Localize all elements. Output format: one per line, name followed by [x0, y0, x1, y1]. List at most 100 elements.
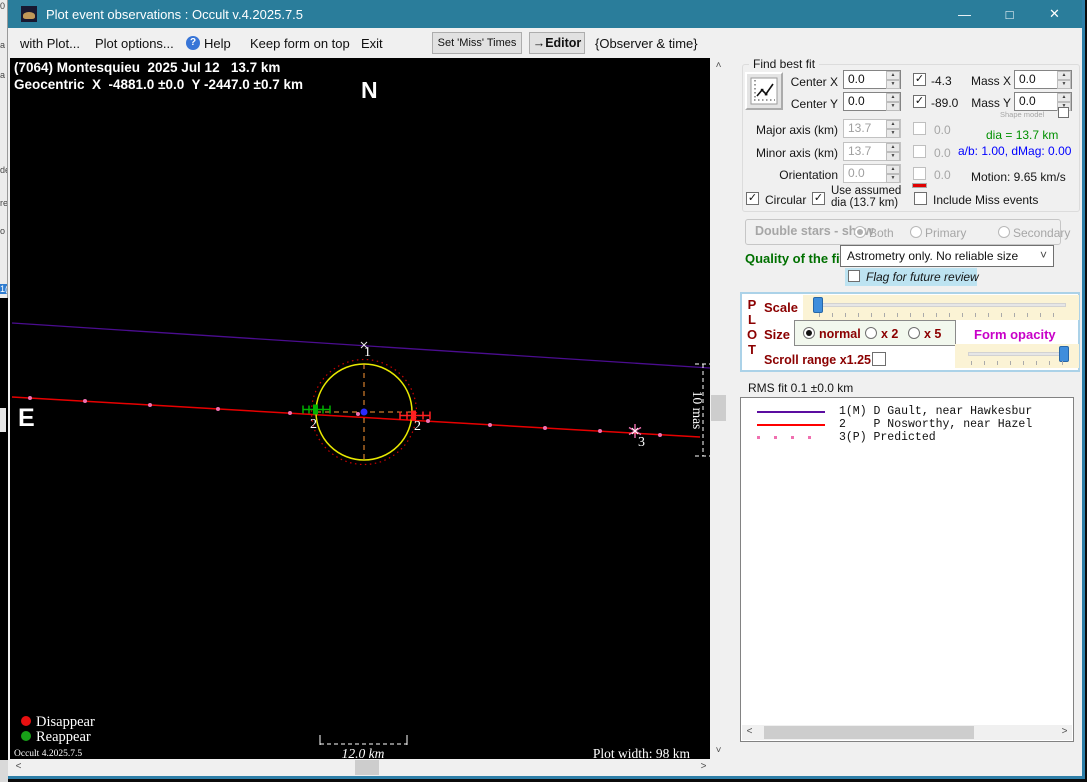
maximize-button[interactable]: □ — [987, 0, 1032, 28]
scroll-range-checkbox[interactable] — [872, 352, 886, 366]
menu-exit[interactable]: Exit — [361, 35, 383, 52]
scroll-left-icon[interactable]: ˂ — [742, 725, 757, 740]
title-bar[interactable]: Plot event observations : Occult v.4.202… — [8, 0, 1082, 28]
center-x-value[interactable]: 0.0 — [844, 71, 886, 88]
form-opacity-slider-track[interactable] — [968, 352, 1066, 356]
orientation-label: Orientation — [752, 168, 838, 182]
background-window-fragments: 0 a a de re o 1( — [0, 0, 8, 298]
size-normal-radio[interactable] — [803, 327, 815, 339]
spin-up-icon: ▲ — [886, 165, 900, 174]
chord-2-label-right: 2 — [414, 419, 421, 434]
center-y-fit-checkbox[interactable]: ✓ — [913, 95, 926, 108]
minor-axis-label: Minor axis (km) — [752, 146, 838, 160]
menu-help[interactable]: Help — [204, 35, 231, 52]
scroll-right-icon[interactable]: ˃ — [695, 759, 712, 776]
miss-color-swatch — [912, 183, 927, 188]
circular-label: Circular — [765, 193, 806, 207]
orientation-uncertainty: 0.0 — [934, 168, 951, 182]
plot-title-line2: Geocentric X -4881.0 ±0.0 Y -2447.0 ±0.7… — [14, 77, 303, 92]
disappear-label: Disappear — [36, 714, 95, 730]
spinner-arrows: ▲▼ — [886, 165, 900, 182]
quality-dropdown[interactable]: Astrometry only. No reliable size ˅ — [840, 245, 1054, 267]
menu-with-plot[interactable]: with Plot... — [20, 35, 80, 52]
scale-slider-thumb[interactable] — [813, 297, 823, 313]
center-y-value[interactable]: 0.0 — [844, 93, 886, 110]
menu-bar: with Plot... Plot options... ? Help Keep… — [8, 28, 1082, 58]
fitted-center-dot — [361, 409, 368, 416]
scale-slider-track[interactable] — [816, 303, 1066, 307]
observation-row[interactable]: 1(M) D Gault, near Hawkesbur — [741, 405, 1073, 418]
scale-slider[interactable] — [803, 295, 1079, 320]
spin-up-icon[interactable]: ▲ — [1057, 71, 1071, 80]
mass-y-label: Mass Y — [963, 96, 1011, 110]
flag-review-checkbox[interactable] — [848, 270, 860, 282]
shape-model-checkbox[interactable] — [1058, 107, 1069, 118]
observations-listbox[interactable]: 1(M) D Gault, near Hawkesbur 2 P Noswort… — [740, 397, 1074, 742]
use-assumed-dia-checkbox[interactable]: ✓ — [812, 192, 825, 205]
observation-text: 2 P Nosworthy, near Hazel — [839, 418, 1032, 431]
plot-horizontal-scrollbar[interactable]: ˂ ˃ — [10, 759, 712, 776]
listbox-horizontal-scrollbar[interactable]: ˂ ˃ — [742, 725, 1072, 740]
size-normal-label: normal — [819, 327, 861, 341]
listbox-scroll-thumb[interactable] — [764, 726, 974, 739]
plot-canvas: (7064) Montesquieu 2025 Jul 12 13.7 km G… — [10, 58, 710, 760]
vertical-scroll-thumb[interactable] — [711, 395, 726, 421]
scroll-left-icon[interactable]: ˂ — [10, 759, 27, 776]
spin-up-icon[interactable]: ▲ — [1057, 93, 1071, 102]
spinner-arrows: ▲▼ — [1057, 71, 1071, 88]
east-label: E — [18, 404, 35, 432]
editor-button[interactable]: →Editor — [529, 32, 585, 54]
plot-vertical-scrollbar[interactable]: ˄ ˅ — [710, 58, 727, 760]
set-miss-times-button[interactable]: Set 'Miss' Times — [432, 32, 522, 54]
scroll-down-icon[interactable]: ˅ — [710, 743, 727, 760]
chevron-down-icon[interactable]: ˅ — [1040, 248, 1047, 262]
predicted-line-sample — [741, 436, 839, 439]
observation-row[interactable]: 3(P) Predicted — [741, 431, 1073, 444]
circular-checkbox[interactable]: ✓ — [746, 192, 759, 205]
chord-1-line — [12, 323, 710, 368]
observer-time-label: {Observer & time} — [595, 35, 698, 52]
spinner-arrows: ▲▼ — [886, 93, 900, 110]
include-miss-label: Include Miss events — [933, 193, 1038, 207]
mass-x-value[interactable]: 0.0 — [1015, 71, 1057, 88]
center-x-spinner[interactable]: 0.0 ▲▼ — [843, 70, 901, 89]
horizontal-scroll-thumb[interactable] — [355, 760, 379, 775]
menu-keep-form-on-top[interactable]: Keep form on top — [250, 35, 350, 52]
center-x-fit-checkbox[interactable]: ✓ — [913, 73, 926, 86]
major-axis-spinner: 13.7 ▲▼ — [843, 119, 901, 138]
quality-dropdown-value: Astrometry only. No reliable size — [847, 249, 1018, 263]
spin-down-icon[interactable]: ▼ — [886, 80, 900, 89]
size-x2-radio[interactable] — [865, 327, 877, 339]
menu-plot-options[interactable]: Plot options... — [95, 35, 174, 52]
scroll-right-icon[interactable]: ˃ — [1057, 725, 1072, 740]
size-x5-radio[interactable] — [908, 327, 920, 339]
form-opacity-slider-thumb[interactable] — [1059, 346, 1069, 362]
spin-up-icon[interactable]: ▲ — [886, 71, 900, 80]
mass-y-value[interactable]: 0.0 — [1015, 93, 1057, 110]
plot-title-line1: (7064) Montesquieu 2025 Jul 12 13.7 km — [14, 60, 280, 75]
scroll-up-icon[interactable]: ˄ — [710, 58, 727, 75]
include-miss-checkbox[interactable] — [914, 192, 927, 205]
spin-down-icon[interactable]: ▼ — [1057, 80, 1071, 89]
check-icon: ✓ — [915, 73, 924, 85]
plot-letter: T — [745, 342, 759, 357]
km-scale-bracket — [320, 735, 407, 745]
form-opacity-slider[interactable] — [955, 344, 1079, 368]
double-stars-secondary-radio — [998, 226, 1010, 238]
spinner-arrows: ▲▼ — [886, 143, 900, 160]
observation-row[interactable]: 2 P Nosworthy, near Hazel — [741, 418, 1073, 431]
bg-fragment: 0 — [0, 1, 5, 11]
spin-up-icon[interactable]: ▲ — [886, 93, 900, 102]
version-label: Occult 4.2025.7.5 — [14, 749, 82, 759]
minimize-button[interactable]: — — [942, 0, 987, 28]
orientation-value: 0.0 — [844, 165, 886, 182]
background-window-fragment-block — [0, 408, 6, 432]
help-icon[interactable]: ? — [186, 36, 200, 50]
major-axis-uncertainty: 0.0 — [934, 123, 951, 137]
plot-letter: L — [745, 312, 759, 327]
spin-down-icon[interactable]: ▼ — [886, 102, 900, 111]
mass-x-spinner[interactable]: 0.0 ▲▼ — [1014, 70, 1072, 89]
center-y-spinner[interactable]: 0.0 ▲▼ — [843, 92, 901, 111]
close-button[interactable]: ✕ — [1032, 0, 1077, 28]
double-stars-both-label: Both — [869, 226, 894, 240]
